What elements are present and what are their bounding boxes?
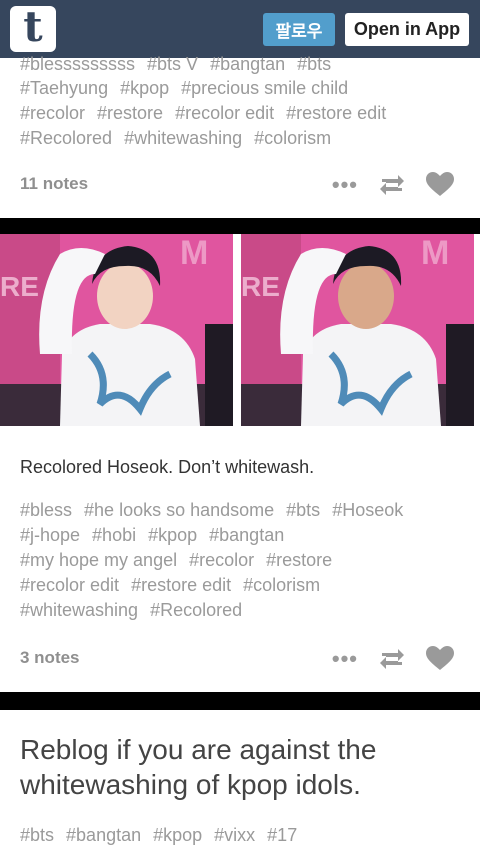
tag[interactable]: #recolor edit: [175, 103, 274, 123]
tag[interactable]: #hobi: [92, 525, 136, 545]
post-actions: •••: [332, 172, 454, 197]
tag[interactable]: #bangtan: [209, 525, 284, 545]
heart-icon[interactable]: [426, 646, 454, 671]
tag[interactable]: #he looks so handsome: [84, 500, 274, 520]
tag[interactable]: #kpop: [153, 825, 202, 845]
tag[interactable]: #colorism: [243, 575, 320, 595]
post-card-1: #blesssssssss #bts V #bangtan #bts #Taehyun…: [0, 54, 480, 218]
tag[interactable]: #j-hope: [20, 525, 80, 545]
notes-count[interactable]: 3 notes: [20, 648, 80, 668]
follow-button[interactable]: 팔로우: [263, 13, 335, 46]
post-caption: Recolored Hoseok. Don’t whitewash.: [20, 457, 315, 477]
original-photo[interactable]: M RE: [0, 234, 233, 426]
recolored-photo[interactable]: M RE: [241, 234, 474, 426]
tag[interactable]: #restore: [97, 103, 163, 123]
post1-tags: #Taehyung #kpop #precious smile child #rec…: [20, 76, 470, 151]
tag[interactable]: #whitewashing: [20, 600, 138, 620]
logo-letter: t: [23, 2, 43, 51]
more-dots-icon[interactable]: •••: [332, 647, 358, 670]
post3-tags: #bts #bangtan #kpop #vixx #17: [20, 823, 470, 848]
tag[interactable]: #Recolored: [150, 600, 242, 620]
tag[interactable]: #recolor: [189, 550, 254, 570]
heart-icon[interactable]: [426, 172, 454, 197]
tag[interactable]: #recolor edit: [20, 575, 119, 595]
reblog-icon[interactable]: [378, 647, 406, 671]
tag[interactable]: #restore edit: [131, 575, 231, 595]
reblog-icon[interactable]: [378, 173, 406, 197]
top-bar: t 팔로우 Open in App: [0, 0, 480, 58]
tag[interactable]: #bangtan: [66, 825, 141, 845]
tag[interactable]: #bts: [286, 500, 320, 520]
tag[interactable]: #whitewashing: [124, 128, 242, 148]
post1-tags-partial: #blesssssssss #bts V #bangtan #bts: [20, 52, 470, 77]
more-dots-icon[interactable]: •••: [332, 173, 358, 196]
svg-text:M: M: [180, 234, 208, 272]
svg-text:RE: RE: [241, 271, 280, 302]
tumblr-logo[interactable]: t: [10, 6, 56, 52]
post-card-3: Reblog if you are against the whitewashi…: [0, 710, 480, 853]
open-in-app-button[interactable]: Open in App: [345, 13, 469, 46]
tag[interactable]: #bangtan: [210, 54, 285, 74]
tag[interactable]: #restore edit: [286, 103, 386, 123]
tag[interactable]: #recolor: [20, 103, 85, 123]
tag[interactable]: #Hoseok: [332, 500, 403, 520]
tag[interactable]: #Taehyung: [20, 78, 108, 98]
tag[interactable]: #my hope my angel: [20, 550, 177, 570]
tag[interactable]: #17: [267, 825, 297, 845]
notes-count[interactable]: 11 notes: [20, 174, 88, 194]
post-actions: •••: [332, 646, 454, 671]
post2-tags: #bless #he looks so handsome #bts #Hoseok #…: [20, 498, 470, 623]
tag[interactable]: #colorism: [254, 128, 331, 148]
tag[interactable]: #bless: [20, 500, 72, 520]
tag[interactable]: #bts: [297, 54, 331, 74]
tag[interactable]: #restore: [266, 550, 332, 570]
tag[interactable]: #bts: [20, 825, 54, 845]
tag[interactable]: #precious smile child: [181, 78, 348, 98]
post-card-2: M RE M RE Recolored Hoseok. Don’t whitew…: [0, 234, 480, 692]
tag[interactable]: #kpop: [120, 78, 169, 98]
tag[interactable]: #vixx: [214, 825, 255, 845]
tag[interactable]: #kpop: [148, 525, 197, 545]
tag[interactable]: #Recolored: [20, 128, 112, 148]
tag[interactable]: #blesssssssss: [20, 54, 135, 74]
tag[interactable]: #bts V: [147, 54, 198, 74]
post-title: Reblog if you are against the whitewashi…: [20, 734, 377, 800]
svg-text:RE: RE: [0, 271, 39, 302]
svg-text:M: M: [421, 234, 449, 272]
